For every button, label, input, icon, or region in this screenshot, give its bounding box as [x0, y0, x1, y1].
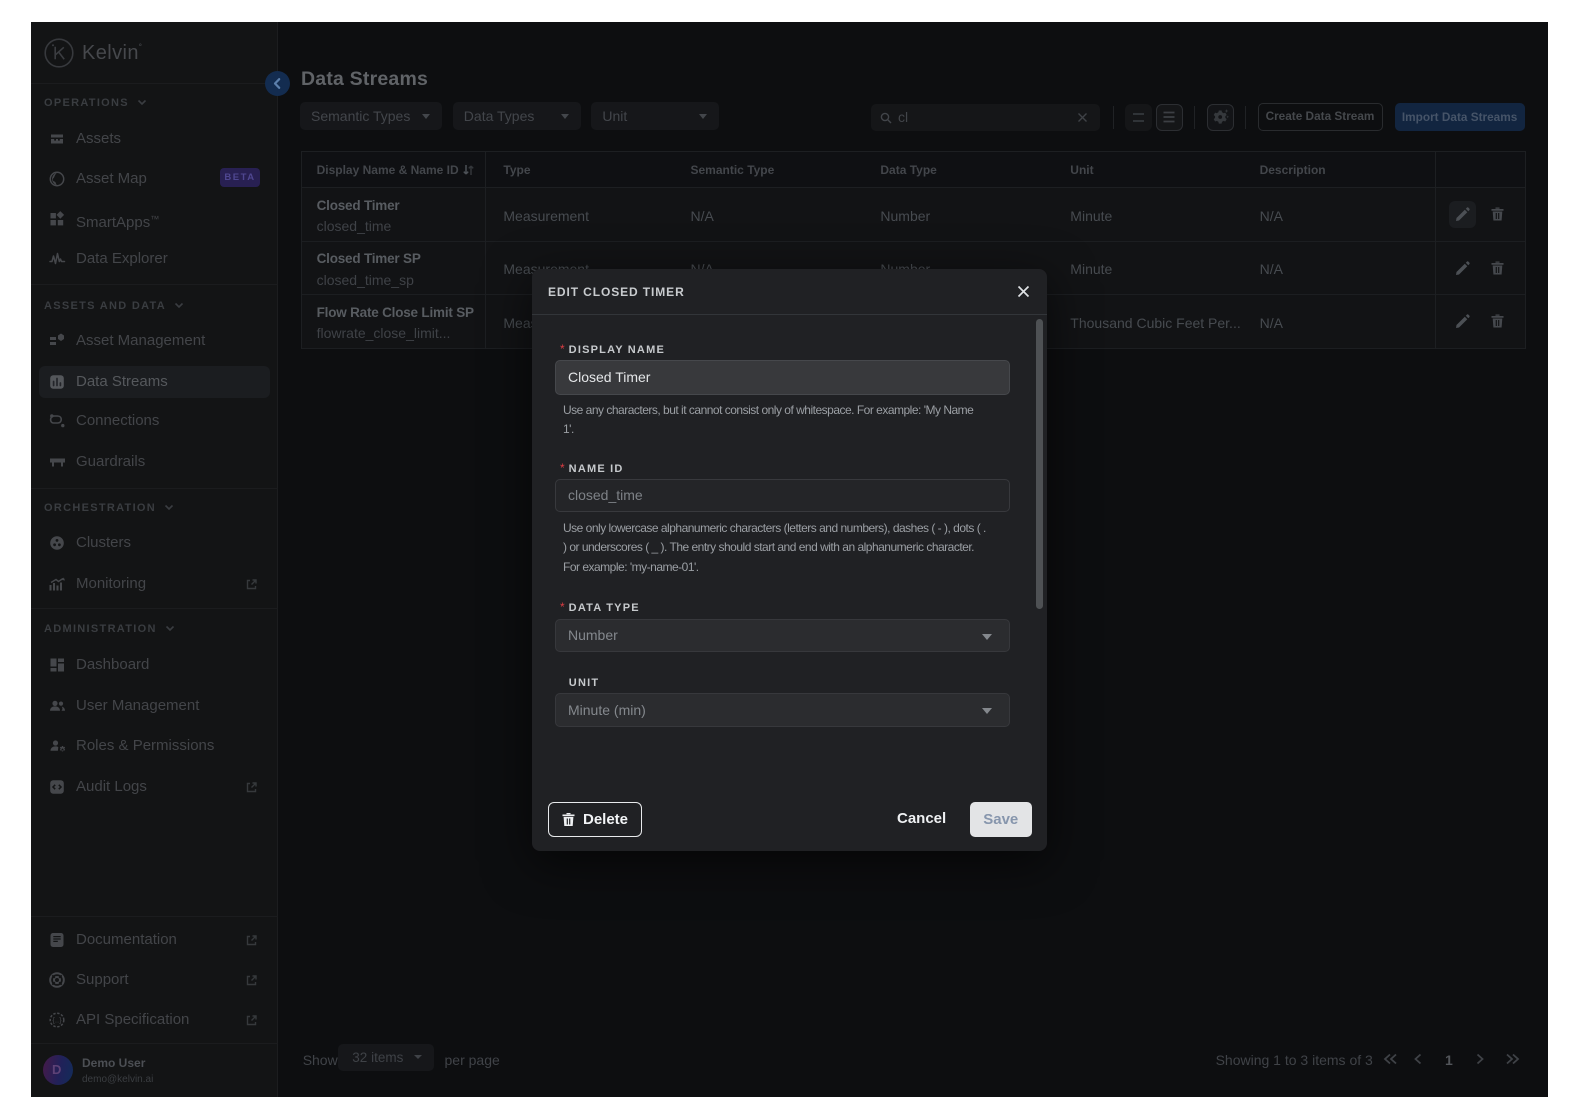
svg-text:{..}: {..} — [52, 1016, 62, 1025]
